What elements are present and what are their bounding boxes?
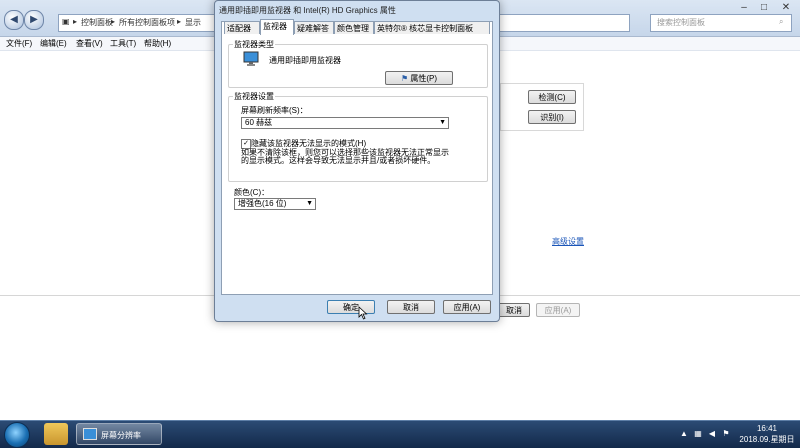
start-button[interactable] <box>4 422 30 448</box>
clock[interactable]: 16:41 2018.09.星期日 <box>738 423 796 445</box>
monitor-settings-group: 监视器设置 屏幕刷新频率(S)： 60 赫兹 ▼ ✓ 隐藏该监视器无法显示的模式… <box>228 91 488 182</box>
refresh-rate-label: 屏幕刷新频率(S)： <box>241 106 308 115</box>
back-arrow-icon[interactable]: ◀ <box>4 10 24 30</box>
window-controls: – □ ✕ <box>732 0 798 18</box>
file-explorer-icon[interactable] <box>44 423 68 445</box>
properties-button[interactable]: ⚑ 属性(P) <box>385 71 453 85</box>
maximize-icon[interactable]: □ <box>754 0 774 16</box>
menu-view[interactable]: 查看(V) <box>76 38 103 49</box>
mouse-cursor-icon <box>358 306 368 320</box>
dialog-apply-button[interactable]: 应用(A) <box>443 300 491 314</box>
explorer-apply-button[interactable]: 应用(A) <box>536 303 580 317</box>
taskbar: 屏幕分辨率 ▲ ▦ ◀ ⚑ 16:41 2018.09.星期日 <box>0 420 800 448</box>
monitor-type-label: 监视器类型 <box>233 39 275 50</box>
taskbar-item-screen-resolution[interactable]: 屏幕分辨率 <box>76 423 162 445</box>
monitor-name: 通用即插即用监视器 <box>269 56 341 65</box>
menu-tools[interactable]: 工具(T) <box>110 38 136 49</box>
search-icon: ⌕ <box>779 17 784 26</box>
network-icon[interactable]: ▦ <box>694 430 702 438</box>
shield-icon: ⚑ <box>400 74 409 83</box>
color-label: 颜色(C)： <box>234 188 270 197</box>
monitor-preview-frame <box>500 83 584 131</box>
menu-edit[interactable]: 编辑(E) <box>40 38 67 49</box>
menu-file[interactable]: 文件(F) <box>6 38 32 49</box>
chevron-down-icon: ▼ <box>439 119 446 126</box>
monitor-icon <box>83 428 97 440</box>
close-icon[interactable]: ✕ <box>776 0 796 16</box>
monitor-settings-label: 监视器设置 <box>233 91 275 102</box>
clock-date: 2018.09.星期日 <box>739 435 795 444</box>
tab-color-management[interactable]: 颜色管理 <box>334 21 374 34</box>
monitor-type-group: 监视器类型 通用即插即用监视器 ⚑ 属性(P) <box>228 39 488 88</box>
nav-buttons: ◀ ▶ <box>4 8 44 30</box>
control-panel-icon: ▣ <box>62 17 70 26</box>
explorer-cancel-button[interactable]: 取消 <box>498 303 530 317</box>
dialog-cancel-button[interactable]: 取消 <box>387 300 435 314</box>
breadcrumb-item[interactable]: 所有控制面板项 <box>119 17 175 28</box>
breadcrumb-item[interactable]: 控制面板 <box>81 17 113 28</box>
menu-help[interactable]: 帮助(H) <box>144 38 171 49</box>
chevron-down-icon: ▼ <box>306 200 313 207</box>
volume-icon[interactable]: ◀ <box>708 430 716 438</box>
tab-intel-graphics[interactable]: 英特尔® 核芯显卡控制面板 <box>374 21 490 34</box>
breadcrumb-item[interactable]: 显示 <box>185 17 201 28</box>
warning-text: 如果不清除该框，则您可以选择那些该监视器无法正常显示的显示模式。这样会导致无法显… <box>241 148 449 165</box>
monitor-icon <box>243 51 259 66</box>
dialog-body: 适配器 监视器 疑难解答 颜色管理 英特尔® 核芯显卡控制面板 监视器类型 通用… <box>221 19 493 295</box>
minimize-icon[interactable]: – <box>734 0 754 16</box>
color-depth-select[interactable]: 增强色(16 位) ▼ <box>234 198 316 210</box>
display-properties-dialog: 通用即插即用监视器 和 Intel(R) HD Graphics 属性 适配器 … <box>214 0 500 322</box>
advanced-settings-link[interactable]: 高级设置 <box>552 236 584 247</box>
clock-time: 16:41 <box>756 424 778 433</box>
tab-monitor[interactable]: 监视器 <box>260 19 294 35</box>
chevron-up-icon[interactable]: ▲ <box>680 430 688 438</box>
tab-adapter[interactable]: 适配器 <box>224 21 260 34</box>
refresh-rate-select[interactable]: 60 赫兹 ▼ <box>241 117 449 129</box>
dialog-title: 通用即插即用监视器 和 Intel(R) HD Graphics 属性 <box>219 6 396 15</box>
flag-icon[interactable]: ⚑ <box>722 430 730 438</box>
forward-arrow-icon[interactable]: ▶ <box>24 10 44 30</box>
tab-troubleshoot[interactable]: 疑难解答 <box>294 21 334 34</box>
